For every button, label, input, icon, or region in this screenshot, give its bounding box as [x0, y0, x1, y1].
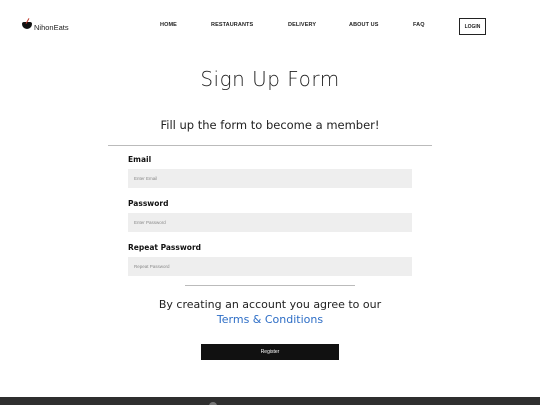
email-label: Email: [128, 155, 152, 164]
terms-notice: By creating an account you agree to our: [158, 298, 382, 311]
password-field[interactable]: Enter Password: [128, 213, 412, 232]
nav-item-home[interactable]: HOME: [160, 22, 177, 28]
register-button[interactable]: Register: [201, 344, 339, 360]
email-placeholder: Enter Email: [134, 176, 158, 181]
password-label: Password: [128, 199, 169, 208]
nav-item-about-us[interactable]: ABOUT US: [349, 22, 379, 28]
site-header: NihonEats HOME RESTAURANTS DELIVERY ABOU…: [0, 0, 540, 52]
nav-item-restaurants[interactable]: RESTAURANTS: [211, 22, 253, 28]
page-subtitle: Fill up the form to become a member!: [160, 118, 380, 132]
email-field[interactable]: Enter Email: [128, 169, 412, 188]
nav-item-faq[interactable]: FAQ: [413, 22, 425, 28]
terms-link[interactable]: Terms & Conditions: [0, 313, 540, 327]
nav-item-delivery[interactable]: DELIVERY: [288, 22, 316, 28]
login-button[interactable]: LOGIN: [459, 18, 486, 35]
repeat-password-placeholder: Repeat Password: [134, 264, 170, 269]
repeat-password-label: Repeat Password: [128, 243, 202, 252]
divider: [185, 285, 355, 286]
password-placeholder: Enter Password: [134, 220, 166, 225]
divider: [108, 145, 432, 146]
page-title: Sign Up Form: [200, 67, 340, 91]
site-footer: [0, 397, 540, 405]
repeat-password-field[interactable]: Repeat Password: [128, 257, 412, 276]
